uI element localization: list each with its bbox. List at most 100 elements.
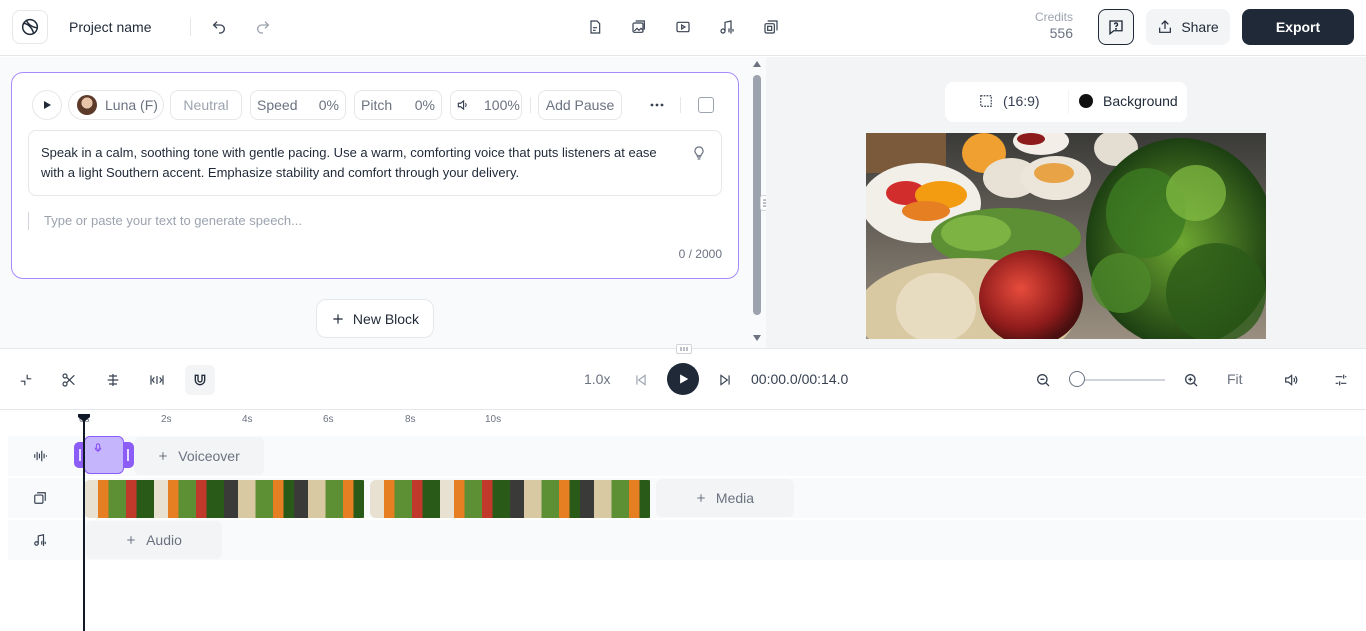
background-button[interactable]: Background [1079, 93, 1178, 109]
video-icon[interactable] [668, 12, 698, 42]
zoom-slider-track[interactable] [1077, 379, 1165, 381]
new-block-button[interactable]: New Block [316, 299, 434, 338]
skip-back-icon[interactable] [626, 365, 656, 395]
preview-toolbar: (16:9) Background [945, 82, 1187, 122]
lightbulb-icon[interactable] [691, 145, 707, 161]
credits-label: Credits [1034, 10, 1073, 24]
pitch-control[interactable]: Pitch 0% [354, 90, 442, 120]
plus-icon [158, 451, 168, 461]
speed-label: Speed [257, 97, 298, 113]
split-icon[interactable] [98, 365, 128, 395]
volume-icon [456, 98, 470, 112]
zoom-out-icon[interactable] [1028, 365, 1058, 395]
voice-prompt[interactable]: Speak in a calm, soothing tone with gent… [28, 130, 722, 196]
audio-label: Audio [146, 532, 182, 548]
app-logo-icon[interactable] [12, 10, 48, 44]
magnet-icon[interactable] [185, 365, 215, 395]
block-checkbox[interactable] [698, 97, 714, 113]
project-name[interactable]: Project name [69, 19, 151, 35]
help-button[interactable] [1098, 9, 1134, 45]
divider [530, 97, 531, 113]
collapse-icon[interactable] [11, 365, 41, 395]
more-icon[interactable] [642, 90, 672, 120]
add-media-button[interactable]: Media [656, 479, 794, 517]
timecode: 00:00.0/00:14.0 [751, 371, 849, 387]
tick-label: 8s [405, 414, 416, 425]
voice-name: Luna (F) [105, 97, 158, 113]
add-pause-button[interactable]: Add Pause [538, 90, 622, 120]
emotion-selector[interactable]: Neutral [170, 90, 242, 120]
share-label: Share [1181, 19, 1219, 35]
aspect-ratio-label: (16:9) [1003, 93, 1040, 109]
playback-speed[interactable]: 1.0x [584, 371, 610, 387]
plus-icon [696, 493, 706, 503]
volume-icon[interactable] [1276, 365, 1306, 395]
speech-block[interactable]: Luna (F) Neutral Speed 0% Pitch 0% 100% … [11, 72, 739, 279]
voice-selector[interactable]: Luna (F) [68, 90, 164, 120]
divider [680, 97, 681, 113]
voice-prompt-text: Speak in a calm, soothing tone with gent… [41, 145, 657, 180]
speech-text-input[interactable]: Type or paste your text to generate spee… [28, 212, 628, 230]
media-clip[interactable] [370, 480, 654, 518]
preview-panel: (16:9) Background [766, 57, 1366, 348]
volume-control[interactable]: 100% [450, 90, 522, 120]
divider [190, 18, 191, 36]
plus-icon [331, 312, 345, 326]
speed-control[interactable]: Speed 0% [250, 90, 346, 120]
redo-icon[interactable] [248, 12, 278, 42]
volume-value: 100% [484, 97, 520, 113]
media-icon[interactable] [624, 12, 654, 42]
timeline-resize-handle[interactable] [676, 344, 692, 354]
share-icon [1157, 19, 1173, 35]
crop-icon [979, 94, 993, 108]
script-editor: Luna (F) Neutral Speed 0% Pitch 0% 100% … [0, 57, 770, 348]
timeline-toolbar: 1.0x 00:00.0/00:14.0 Fit [0, 344, 1366, 410]
speed-value: 0% [318, 97, 339, 113]
skip-forward-icon[interactable] [710, 365, 740, 395]
pitch-value: 0% [414, 97, 435, 113]
voiceover-label: Voiceover [178, 448, 240, 464]
block-play-button[interactable] [32, 90, 62, 120]
media-label: Media [715, 490, 755, 506]
credits-value: 556 [1049, 25, 1073, 41]
zoom-in-icon[interactable] [1176, 365, 1206, 395]
voiceover-clip-body[interactable] [84, 436, 124, 474]
avatar [77, 95, 97, 115]
tick-label: 10s [485, 414, 502, 425]
add-voiceover-button[interactable]: Voiceover [134, 437, 264, 475]
scissors-icon[interactable] [54, 365, 84, 395]
char-count: 0 / 2000 [678, 247, 722, 261]
plus-icon [126, 535, 136, 545]
script-icon[interactable] [580, 12, 610, 42]
help-icon [1107, 18, 1125, 36]
undo-icon[interactable] [204, 12, 234, 42]
add-audio-button[interactable]: Audio [86, 521, 222, 559]
tick-label: 2s [161, 414, 172, 425]
preview-image[interactable] [866, 133, 1266, 339]
zoom-slider-knob[interactable] [1069, 371, 1085, 387]
pitch-label: Pitch [361, 97, 393, 113]
export-button[interactable]: Export [1242, 9, 1354, 45]
layers-icon[interactable] [756, 12, 786, 42]
audio-icon[interactable] [712, 12, 742, 42]
settings-sliders-icon[interactable] [1326, 365, 1356, 395]
timeline: 0s 2s 4s 6s 8s 10s Voiceover [0, 410, 1366, 631]
background-label: Background [1103, 93, 1178, 109]
background-color-swatch [1079, 94, 1093, 108]
waveform-icon [25, 436, 55, 476]
media-clip[interactable] [84, 480, 368, 518]
share-button[interactable]: Share [1146, 9, 1230, 45]
trim-icon[interactable] [142, 365, 172, 395]
tick-label: 6s [323, 414, 334, 425]
divider [1068, 90, 1069, 114]
playhead[interactable] [83, 414, 85, 631]
music-icon [25, 520, 55, 560]
new-block-label: New Block [352, 310, 420, 327]
aspect-ratio-button[interactable]: (16:9) [979, 93, 1040, 109]
media-icon [25, 478, 55, 518]
fit-button[interactable]: Fit [1227, 371, 1243, 387]
tick-label: 4s [242, 414, 253, 425]
play-button[interactable] [667, 363, 699, 395]
playhead-marker[interactable] [78, 414, 90, 422]
mic-icon [93, 442, 103, 454]
